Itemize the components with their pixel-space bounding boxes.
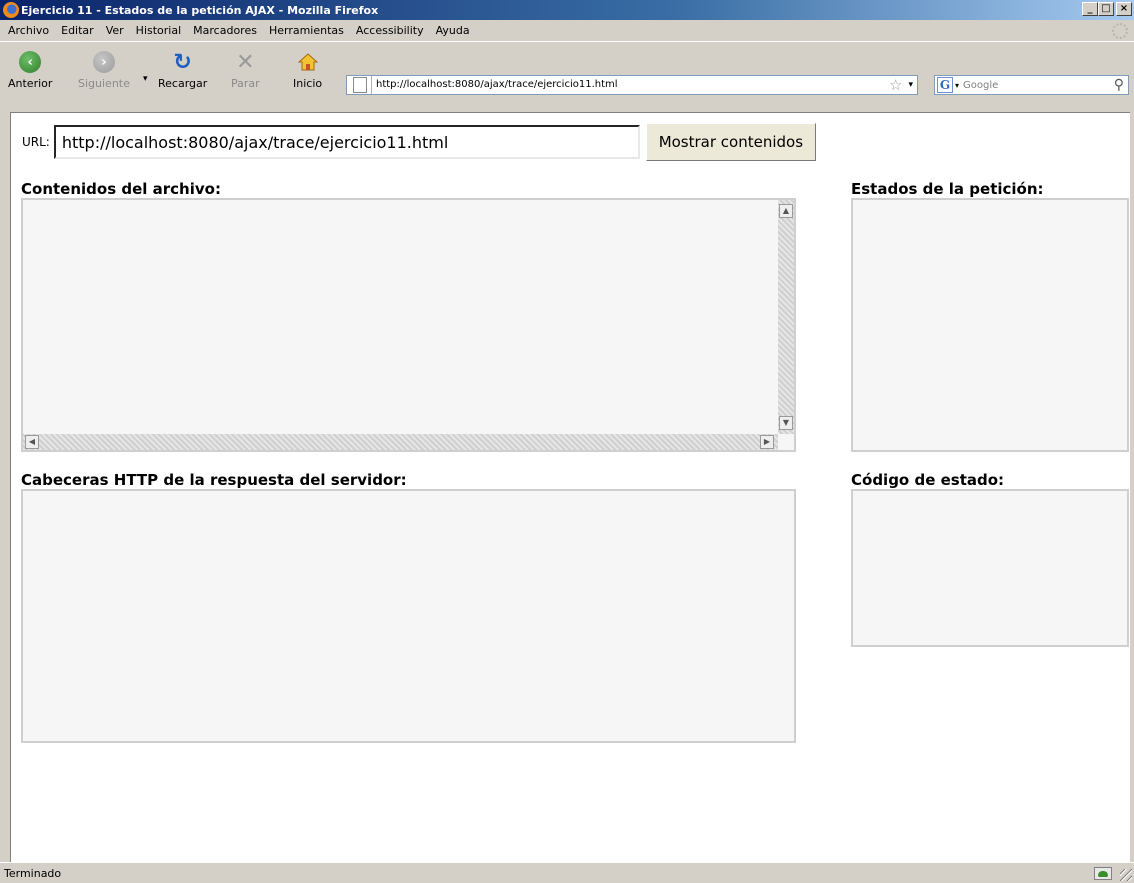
home-label: Inicio (293, 77, 323, 90)
menu-archivo[interactable]: Archivo (2, 24, 55, 37)
status-code-textarea[interactable] (851, 489, 1129, 647)
window-title: Ejercicio 11 - Estados de la petición AJ… (21, 3, 379, 17)
firefox-icon (3, 2, 19, 18)
menu-marcadores[interactable]: Marcadores (187, 24, 263, 37)
search-engine-dropdown-icon[interactable]: ▾ (955, 81, 959, 90)
page-content: URL: http://localhost:8080/ajax/trace/ej… (10, 112, 1134, 862)
menu-editar[interactable]: Editar (55, 24, 100, 37)
forward-label: Siguiente (78, 77, 130, 90)
address-bar[interactable]: http://localhost:8080/ajax/trace/ejercic… (346, 75, 918, 95)
home-icon (297, 53, 318, 71)
stop-label: Parar (231, 77, 260, 90)
vertical-scrollbar[interactable]: ▲ ▼ (778, 200, 794, 434)
menu-historial[interactable]: Historial (130, 24, 187, 37)
menu-ver[interactable]: Ver (100, 24, 130, 37)
status-bar: Terminado (0, 862, 1134, 883)
window-controls: _ □ × (1082, 2, 1132, 16)
history-dropdown-icon[interactable]: ▾ (143, 74, 148, 84)
search-bar[interactable]: G ▾ Google ⚲ (934, 75, 1129, 95)
contents-textarea[interactable]: ▲ ▼ ◀ ▶ (21, 198, 796, 452)
states-title: Estados de la petición: (851, 180, 1044, 198)
headers-title: Cabeceras HTTP de la respuesta del servi… (21, 471, 407, 489)
scroll-up-icon[interactable]: ▲ (779, 204, 793, 218)
menu-herramientas[interactable]: Herramientas (263, 24, 350, 37)
url-input[interactable]: http://localhost:8080/ajax/trace/ejercic… (53, 125, 640, 159)
search-input[interactable]: Google (963, 80, 1114, 91)
maximize-button[interactable]: □ (1098, 2, 1114, 16)
forward-arrow-icon: › (92, 51, 115, 73)
scroll-right-icon[interactable]: ▶ (760, 435, 774, 449)
menu-bar: Archivo Editar Ver Historial Marcadores … (0, 20, 1134, 40)
url-row: URL: http://localhost:8080/ajax/trace/ej… (22, 123, 816, 161)
status-text: Terminado (4, 866, 62, 880)
forward-button[interactable]: › Siguiente (78, 50, 130, 90)
states-textarea[interactable] (851, 198, 1129, 452)
search-icon[interactable]: ⚲ (1114, 77, 1124, 93)
menu-ayuda[interactable]: Ayuda (430, 24, 476, 37)
reload-icon: ↻ (173, 49, 192, 75)
reload-button[interactable]: ↻ Recargar (158, 49, 208, 91)
address-text[interactable]: http://localhost:8080/ajax/trace/ejercic… (371, 76, 889, 94)
menu-accessibility[interactable]: Accessibility (350, 24, 430, 37)
google-engine-icon[interactable]: G (937, 77, 953, 93)
minimize-button[interactable]: _ (1082, 2, 1098, 16)
url-label: URL: (22, 135, 50, 149)
back-button[interactable]: ‹ Anterior (8, 50, 52, 90)
home-button[interactable]: Inicio (293, 50, 322, 90)
turtle-icon[interactable] (1094, 867, 1112, 880)
reload-label: Recargar (158, 77, 208, 90)
status-code-title: Código de estado: (851, 471, 1005, 489)
page-icon (353, 77, 367, 93)
resize-grip[interactable] (1120, 869, 1132, 881)
scroll-left-icon[interactable]: ◀ (25, 435, 39, 449)
window-edge (1130, 112, 1134, 862)
back-arrow-icon: ‹ (19, 51, 42, 73)
contents-title: Contenidos del archivo: (21, 180, 221, 198)
back-label: Anterior (8, 77, 53, 90)
horizontal-scrollbar[interactable]: ◀ ▶ (23, 434, 778, 450)
headers-textarea[interactable] (21, 489, 796, 743)
stop-button[interactable]: ✕ Parar (231, 49, 260, 91)
show-contents-button[interactable]: Mostrar contenidos (645, 123, 816, 161)
stop-icon: ✕ (236, 49, 255, 75)
throbber-icon (1112, 23, 1128, 39)
title-bar: Ejercicio 11 - Estados de la petición AJ… (0, 0, 1134, 20)
bookmark-star-icon[interactable]: ☆ (889, 76, 902, 94)
close-button[interactable]: × (1116, 2, 1132, 16)
navigation-toolbar: ‹ Anterior › Siguiente ▾ ↻ Recargar ✕ Pa… (0, 41, 1134, 111)
address-dropdown-icon[interactable]: ▾ (908, 80, 913, 90)
scroll-down-icon[interactable]: ▼ (779, 416, 793, 430)
